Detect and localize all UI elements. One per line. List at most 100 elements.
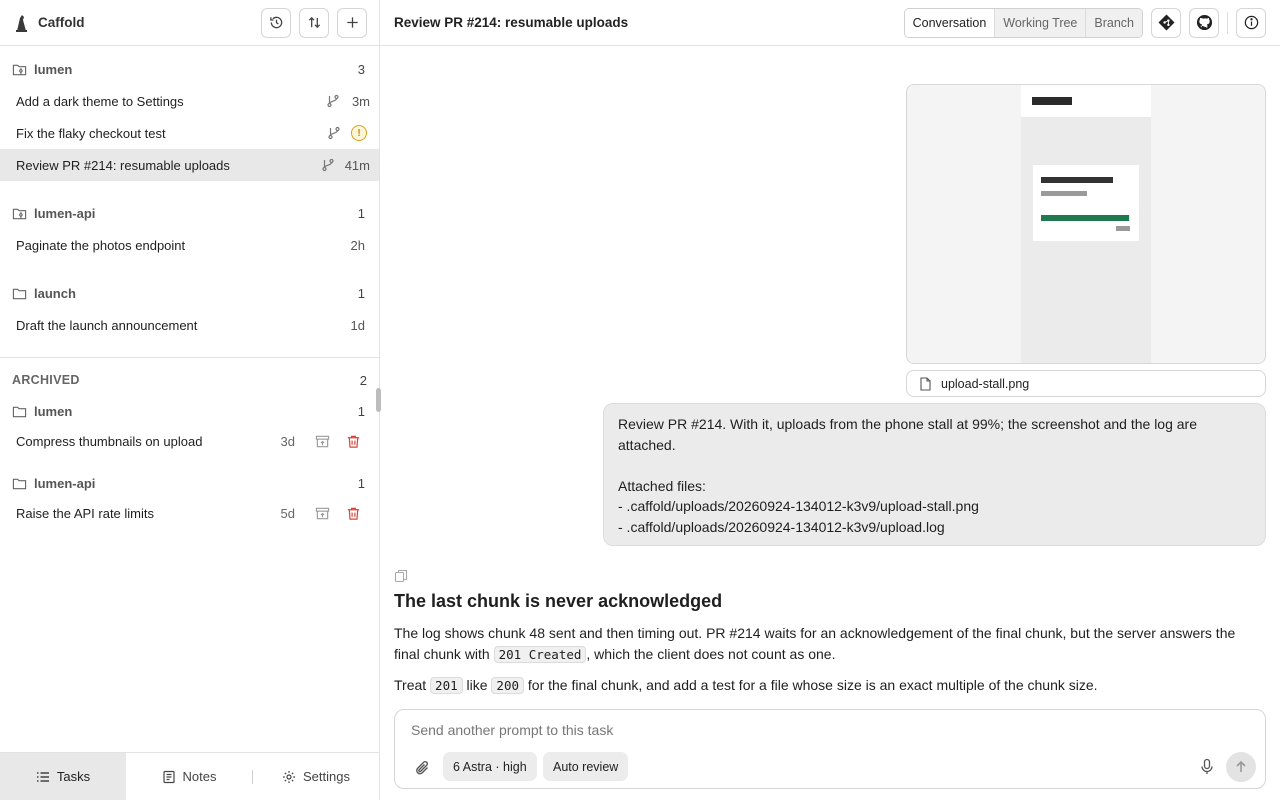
paperclip-icon[interactable] [413,758,433,778]
main-header: Review PR #214: resumable uploads Conver… [380,0,1280,46]
model-name: 6 Astra [453,759,492,774]
copy-icon[interactable] [394,569,408,583]
attachment-filename: upload-stall.png [941,376,1030,391]
attached-file-path: - .caffold/uploads/20260924-134012-k3v9/… [618,518,945,535]
task-item[interactable]: Paginate the photos endpoint 2h [0,229,379,261]
attached-files-label: Attached files: [618,477,706,494]
info-button[interactable] [1236,7,1266,38]
task-age: 3d [280,433,295,449]
group-count: 1 [357,403,365,419]
sort-button[interactable] [299,7,329,38]
branch-icon [328,126,340,140]
view-switcher: Conversation Working Tree Branch [903,7,1143,38]
folder-icon [12,478,27,489]
branch-icon [327,94,339,108]
task-title: Raise the API rate limits [16,505,154,521]
sidebar-divider [0,357,379,358]
group-launch[interactable]: launch 1 [0,277,379,309]
header-separator [1227,11,1228,34]
warning-icon: ! [351,125,367,141]
tab-conversation[interactable]: Conversation [904,8,995,37]
archived-task-item[interactable]: Raise the API rate limits 5d [0,497,379,529]
page-title: Review PR #214: resumable uploads [394,15,629,30]
prompt-composer: 6 Astra · high Auto review [394,709,1266,789]
group-name: lumen-api [34,475,96,491]
group-lumen[interactable]: lumen 3 [0,53,379,85]
new-task-button[interactable] [337,7,367,38]
inline-code: 200 [491,677,524,694]
archived-task-item[interactable]: Compress thumbnails on upload 3d [0,425,379,457]
task-age: 1d [350,317,365,333]
task-item[interactable]: Draft the launch announcement 1d [0,309,379,341]
tab-notes[interactable]: Notes [126,753,252,800]
file-icon [920,376,931,391]
github-button[interactable] [1189,7,1219,38]
group-lumen-api[interactable]: lumen-api 1 [0,197,379,229]
send-button[interactable] [1226,752,1256,782]
arrow-up-icon [1236,760,1246,772]
folder-icon [12,406,27,417]
microphone-icon[interactable] [1199,758,1215,776]
user-message-text: Review PR #214. With it, uploads from th… [618,416,1197,453]
model-effort: · high [495,759,527,774]
history-icon [269,16,282,29]
plus-icon [346,17,358,28]
prompt-input[interactable] [411,722,1231,738]
tab-settings[interactable]: Settings [253,753,379,800]
reply-paragraph: Treat 201 like 200 for the final chunk, … [394,675,1254,696]
gear-icon [283,770,295,783]
archived-group-lumen[interactable]: lumen 1 [0,395,379,427]
task-item-selected[interactable]: Review PR #214: resumable uploads 41m [0,149,379,181]
delete-icon[interactable] [346,506,361,521]
group-count: 1 [357,475,365,491]
sidebar-footer: Tasks Notes Settings [0,752,379,800]
model-selector[interactable]: 6 Astra · high [443,752,537,781]
sort-icon [308,16,320,29]
reply-text: for the final chunk, and add a test for … [524,677,1098,693]
task-item[interactable]: Add a dark theme to Settings 3m [0,85,379,117]
git-folder-icon [12,208,27,219]
git-folder-icon [12,64,27,75]
list-icon [36,771,49,782]
screenshot-progress-bar [1041,215,1130,221]
task-age: 41m [344,157,370,173]
archived-group-lumen-api[interactable]: lumen-api 1 [0,467,379,499]
task-item[interactable]: Fix the flaky checkout test ! [0,117,379,149]
git-button[interactable] [1151,7,1181,38]
sidebar-header: Caffold [0,0,379,46]
reply-heading: The last chunk is never acknowledged [394,591,723,611]
tab-tasks[interactable]: Tasks [0,752,126,800]
archived-header: ARCHIVED 2 [12,373,367,388]
tab-working-tree[interactable]: Working Tree [994,8,1086,37]
attachment-file-chip[interactable]: upload-stall.png [906,370,1266,397]
history-button[interactable] [261,7,291,38]
unarchive-icon[interactable] [315,506,330,521]
task-age: 5d [280,505,295,521]
group-count: 1 [357,285,365,301]
screenshot-upload-card [1033,165,1139,241]
group-count: 3 [357,61,365,77]
tab-settings-label: Settings [303,769,350,784]
attached-file-path: - .caffold/uploads/20260924-134012-k3v9/… [618,498,979,514]
archived-label: ARCHIVED [12,373,80,387]
reply-text: Treat [394,677,431,693]
task-title: Fix the flaky checkout test [16,125,166,141]
reply-paragraph: The log shows chunk 48 sent and then tim… [394,623,1254,665]
tab-branch[interactable]: Branch [1085,8,1142,37]
info-icon [1244,15,1258,30]
sidebar: Caffold lumen 3 Add a dark theme to Sett… [0,0,381,800]
delete-icon[interactable] [346,434,361,449]
unarchive-icon[interactable] [315,434,330,449]
attachment-image-preview[interactable] [906,84,1266,364]
notes-icon [162,770,175,783]
group-name: lumen [34,61,73,77]
inline-code: 201 [430,677,463,694]
branch-icon [322,158,334,172]
task-title: Compress thumbnails on upload [16,433,203,449]
task-age: 3m [351,93,370,109]
auto-review-toggle[interactable]: Auto review [543,752,629,781]
inline-code: 201 Created [493,646,587,663]
group-name: launch [34,285,76,301]
task-age: 2h [350,237,365,253]
reply-text: , which the client does not count as one… [586,646,836,662]
